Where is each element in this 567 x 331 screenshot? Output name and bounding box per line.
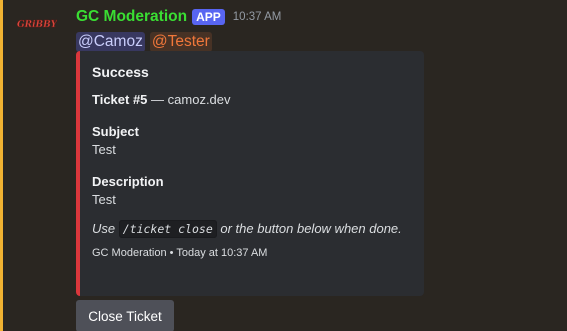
field-name: Description — [92, 174, 164, 189]
ticket-separator: — — [147, 92, 168, 107]
mention-camoz[interactable]: @Camoz — [76, 32, 145, 52]
usage-suffix: or the button below when done. — [216, 221, 402, 236]
embed-card: Success Ticket #5 — camoz.dev Subject Te… — [76, 51, 424, 296]
ticket-host: camoz.dev — [167, 92, 231, 107]
embed-title: Success — [92, 64, 149, 80]
field-value: Test — [92, 192, 116, 207]
message-content: @Camoz @Tester — [76, 31, 567, 53]
usage-prefix: Use — [92, 221, 119, 236]
embed-field-subject: Subject Test — [92, 123, 412, 159]
app-badge: APP — [192, 9, 225, 25]
embed-footer: GC Moderation • Today at 10:37 AM — [92, 247, 268, 259]
close-ticket-button[interactable]: Close Ticket — [76, 300, 174, 331]
embed-description: Ticket #5 — camoz.dev — [92, 91, 412, 109]
field-value: Test — [92, 142, 116, 157]
mention-tester[interactable]: @Tester — [149, 32, 212, 52]
author-name[interactable]: GC Moderation — [76, 8, 187, 26]
command-code: /ticket close — [118, 220, 217, 238]
field-name: Subject — [92, 124, 139, 139]
mention-highlight-bar — [0, 0, 3, 331]
avatar[interactable]: GRiBBY — [17, 12, 57, 36]
avatar-logo: GRiBBY — [17, 20, 57, 30]
message-body: GC Moderation APP 10:37 AM @Camoz @Teste… — [76, 6, 567, 53]
usage-hint: Use /ticket close or the button below wh… — [92, 219, 412, 239]
embed-field-description: Description Test — [92, 173, 412, 209]
avatar-text: GRiBBY — [17, 20, 57, 30]
message-timestamp[interactable]: 10:37 AM — [233, 11, 282, 23]
ticket-label: Ticket #5 — [92, 92, 148, 107]
message-container: GRiBBY GC Moderation APP 10:37 AM @Camoz… — [0, 0, 567, 331]
message-header: GC Moderation APP 10:37 AM — [76, 6, 567, 28]
